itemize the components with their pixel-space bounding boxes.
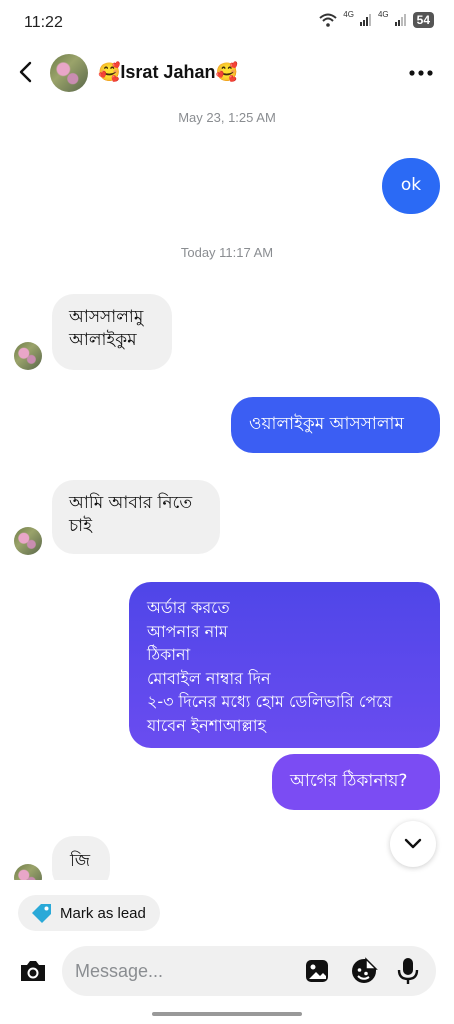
camera-icon[interactable] <box>18 958 48 984</box>
message-text: আলাইকুম <box>69 330 137 350</box>
message-bubble-sent[interactable]: অর্ডার করতে আপনার নাম ঠিকানা মোবাইল নাম্… <box>129 582 440 748</box>
gallery-icon[interactable] <box>304 958 330 984</box>
more-icon[interactable] <box>408 64 434 82</box>
battery-indicator: 54 <box>412 12 434 28</box>
status-icons: 4G 4G 54 <box>319 10 434 28</box>
message-text: মোবাইল নাম্বার দিন <box>147 668 271 688</box>
message-bubble-received[interactable]: আসসালামু আলাইকুম <box>52 294 172 370</box>
wifi-icon <box>319 13 337 27</box>
message-bubble-received[interactable]: আমি আবার নিতে চাই <box>52 480 220 554</box>
timestamp: May 23, 1:25 AM <box>178 110 276 125</box>
mark-as-lead-label: Mark as lead <box>60 904 146 922</box>
mic-icon[interactable] <box>396 956 420 986</box>
status-time: 11:22 <box>24 14 63 31</box>
message-text: যাবেন ইনশাআল্লাহ <box>147 715 266 735</box>
signal-label-2: 4G <box>377 10 389 19</box>
signal-label-1: 4G <box>343 10 354 19</box>
message-text: আপনার নাম <box>147 621 228 641</box>
message-bubble-sent[interactable]: ওয়ালাইকুম আসসালাম <box>231 397 440 453</box>
signal-bars-icon <box>359 14 371 26</box>
message-text: ওয়ালাইকুম আসসালাম <box>249 414 404 434</box>
message-text: আমি আবার নিতে <box>69 493 193 513</box>
message-text: ok <box>400 175 422 195</box>
contact-avatar-small[interactable] <box>14 527 42 555</box>
message-bubble-sent[interactable]: আগের ঠিকানায়? <box>272 754 440 810</box>
scroll-to-bottom-button[interactable] <box>390 821 436 867</box>
message-placeholder: Message... <box>75 961 164 981</box>
contact-avatar[interactable] <box>50 54 88 92</box>
message-text: অর্ডার করতে <box>147 598 230 617</box>
home-indicator <box>152 1012 302 1016</box>
message-text: ২-৩ দিনের মধ্যে হোম ডেলিভারি পেয়ে <box>147 692 393 711</box>
back-arrow-icon[interactable] <box>14 60 38 84</box>
message-text: জি <box>70 851 91 871</box>
signal-bars-icon <box>394 14 406 26</box>
message-text: আসসালামু <box>69 307 144 327</box>
chevron-down-icon <box>404 838 422 849</box>
mark-as-lead-button[interactable]: Mark as lead <box>18 895 160 931</box>
contact-name[interactable]: 🥰Israt Jahan🥰 <box>98 62 238 83</box>
message-text: ঠিকানা <box>147 645 191 664</box>
message-bubble-sent[interactable]: ok <box>382 158 440 214</box>
message-text: চাই <box>69 516 92 536</box>
timestamp: Today 11:17 AM <box>180 245 274 260</box>
message-text: আগের ঠিকানায়? <box>290 771 408 791</box>
contact-avatar-small[interactable] <box>14 342 42 370</box>
sticker-icon[interactable] <box>350 957 378 985</box>
tag-icon <box>32 904 51 923</box>
composer-background <box>0 880 454 894</box>
